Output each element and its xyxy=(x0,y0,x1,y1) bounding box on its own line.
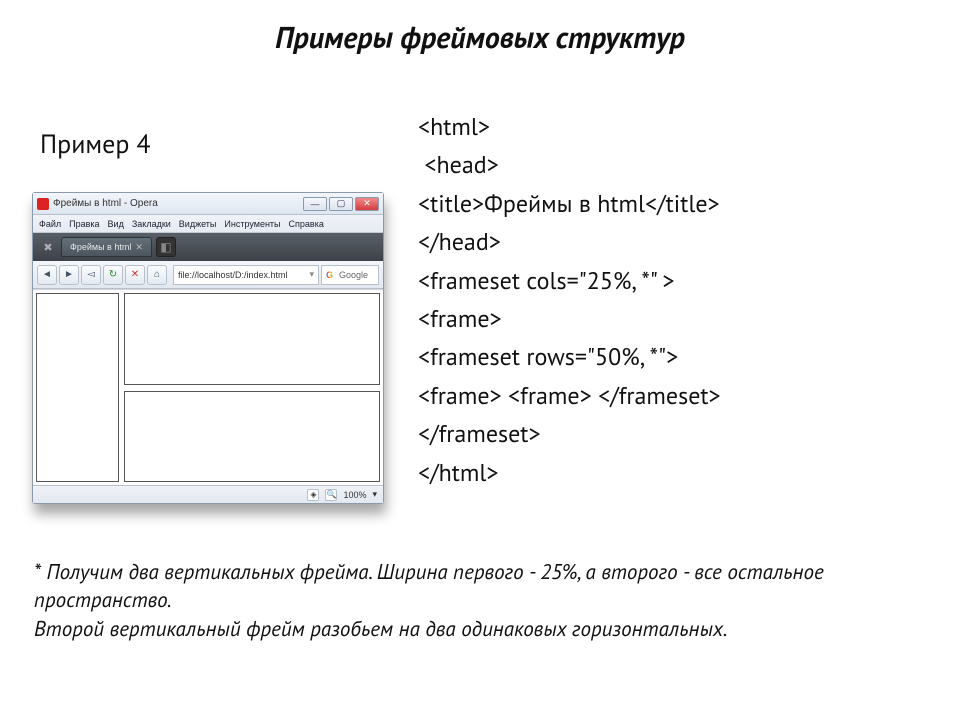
menu-tools[interactable]: Инструменты xyxy=(224,219,280,229)
status-icon[interactable]: ◈ xyxy=(307,489,319,501)
navbar: ◄ ► ◅ ↻ ✕ ⌂ file://localhost/D:/index.ht… xyxy=(33,261,383,289)
window-titlebar: Фреймы в html - Opera — ▢ ✕ xyxy=(33,193,383,215)
footnote: * Получим два вертикальных фрейма. Ширин… xyxy=(34,558,904,643)
zoom-dropdown-icon[interactable]: ▾ xyxy=(372,489,377,500)
tab-close-icon[interactable]: ✕ xyxy=(135,242,143,253)
menu-view[interactable]: Вид xyxy=(108,219,124,229)
footnote-line: * Получим два вертикальных фрейма. Ширин… xyxy=(34,558,904,615)
code-line: <frame> xyxy=(418,303,502,334)
zoom-level: 100% xyxy=(343,490,366,500)
reload-button[interactable]: ↻ xyxy=(103,265,123,285)
rewind-button[interactable]: ◅ xyxy=(81,265,101,285)
menu-edit[interactable]: Правка xyxy=(69,219,99,229)
window-title: Фреймы в html - Opera xyxy=(53,198,303,209)
code-line: </html> xyxy=(418,457,499,488)
code-line: <frameset cols="25%, *" > xyxy=(418,265,674,296)
example-label: Пример 4 xyxy=(40,128,151,161)
menu-help[interactable]: Справка xyxy=(289,219,324,229)
code-line: <frame> <frame> </frameset> xyxy=(418,380,721,411)
tabbar: ✖ Фреймы в html ✕ ◧ xyxy=(33,233,383,261)
forward-button[interactable]: ► xyxy=(59,265,79,285)
menu-widgets[interactable]: Виджеты xyxy=(179,219,217,229)
tab-label: Фреймы в html xyxy=(70,242,131,252)
frame-right-container xyxy=(124,293,381,482)
browser-tab[interactable]: Фреймы в html ✕ xyxy=(61,237,152,257)
code-line: </head> xyxy=(418,226,501,257)
statusbar: ◈ 🔍 100% ▾ xyxy=(33,485,383,503)
minimize-button[interactable]: — xyxy=(303,197,327,211)
footnote-line: Второй вертикальный фрейм разобьем на дв… xyxy=(34,615,904,643)
stop-button[interactable]: ✕ xyxy=(125,265,145,285)
menu-file[interactable]: Файл xyxy=(39,219,61,229)
code-line: <head> xyxy=(418,149,499,180)
zoom-icon[interactable]: 🔍 xyxy=(325,489,337,501)
page-content xyxy=(33,289,383,485)
close-button[interactable]: ✕ xyxy=(355,197,379,211)
code-line: </frameset> xyxy=(418,418,541,449)
google-icon xyxy=(326,270,336,280)
home-button[interactable]: ⌂ xyxy=(147,265,167,285)
back-button[interactable]: ◄ xyxy=(37,265,57,285)
search-placeholder: Google xyxy=(339,270,368,280)
browser-window: Фреймы в html - Opera — ▢ ✕ Файл Правка … xyxy=(32,192,384,504)
code-line: <html> xyxy=(418,111,490,142)
address-bar[interactable]: file://localhost/D:/index.html ▾ xyxy=(173,265,319,285)
code-line: <frameset rows="50%, *"> xyxy=(418,341,678,372)
code-listing: <html> <head> <title>Фреймы в html</titl… xyxy=(418,108,928,492)
frame-right-bottom xyxy=(124,391,381,483)
menubar: Файл Правка Вид Закладки Виджеты Инструм… xyxy=(33,215,383,233)
frame-left xyxy=(36,293,119,482)
address-text: file://localhost/D:/index.html xyxy=(178,270,288,280)
menu-bookmarks[interactable]: Закладки xyxy=(132,219,171,229)
frame-right-top xyxy=(124,293,381,385)
code-line: <title>Фреймы в html</title> xyxy=(418,188,720,219)
wrench-icon[interactable]: ✖ xyxy=(39,238,57,256)
maximize-button[interactable]: ▢ xyxy=(329,197,353,211)
slide-title: Примеры фреймовых структур xyxy=(0,18,960,57)
speed-dial-button[interactable]: ◧ xyxy=(156,237,176,257)
search-box[interactable]: Google xyxy=(321,265,379,285)
opera-icon xyxy=(37,198,49,210)
